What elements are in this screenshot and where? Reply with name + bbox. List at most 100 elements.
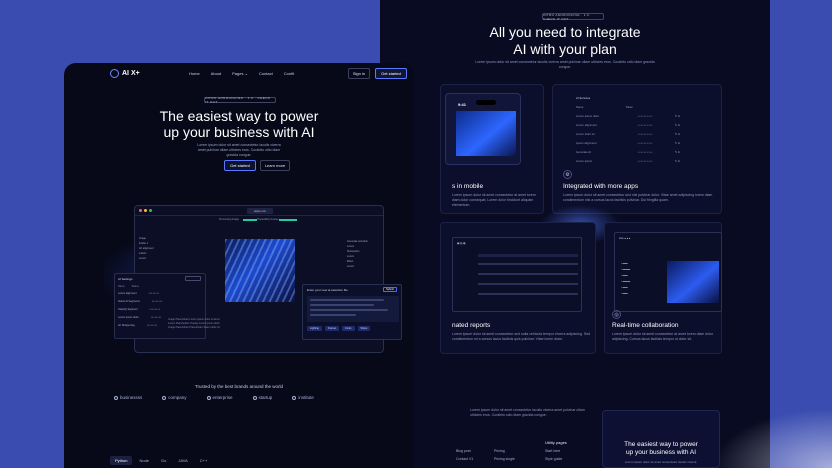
tag-fonts[interactable]: Fonts [342,326,355,331]
tab-node[interactable]: Node [134,456,154,465]
keyboard-image [225,239,295,302]
table-row[interactable]: Generate AI •••••••••• ✎ ⧉ [576,150,701,154]
settings-col-name: Name [118,285,125,288]
footer-link[interactable]: Blog post [456,447,473,455]
hero-learn-more-button[interactable]: Learn more [260,160,290,171]
row-label: Lorem ipsum dolor [118,316,139,319]
brand-logo: company [162,395,187,400]
row-value: •••••••••• [638,141,653,145]
announcement-pill[interactable]: INTRO ANNOUNCING · 1.0 · CHECK IT OUT [204,96,276,104]
tag-lighting[interactable]: Lighting [307,326,322,331]
apps-icon: ⚙ [563,170,572,179]
tab-cpp[interactable]: C++ [195,456,213,465]
cta-title-line-2: up your business with AI [625,449,697,456]
table-row[interactable]: Lorem alignment •••••••• [118,292,204,295]
nav-about[interactable]: About [211,71,221,76]
chat-title: Enter your new ai selection file [307,288,348,292]
sign-in-button[interactable]: Sign in [348,68,370,79]
phone-time: 9:41 [458,102,467,107]
row-label: Lorem alignment [118,292,137,295]
logo[interactable]: AI X+ [110,69,140,78]
maximize-dot [149,209,152,212]
landing-window: AI X+ Home About Pages ⌄ Contact Confit … [64,63,414,468]
services-table-title: AI Services [576,96,591,100]
nav-pages[interactable]: Pages ⌄ [232,71,248,76]
footer-heading: Utility pages [545,440,567,445]
table-row[interactable]: Lorem ipsum dolor •••••••••• ✎ ⧉ [576,114,701,118]
row-label: Lorem alignment [576,123,597,127]
row-value: •••••••• [150,316,162,319]
footer-column: Utility pages Start here Style guide [545,439,567,463]
app-url-bar[interactable]: aiplus.com [247,208,273,214]
edit-icon[interactable]: ✎ ⧉ [675,123,680,127]
cta-title-line-1: The easiest way to power [624,441,698,448]
nav-contact[interactable]: Contact [259,71,273,76]
chat-submit-button[interactable]: Submit [383,287,397,292]
row-label: Select AI Segments [118,300,140,303]
edit-icon[interactable]: ✎ ⧉ [675,150,680,154]
chat-input[interactable] [307,296,399,322]
close-dot [139,209,142,212]
footer-link[interactable]: Start here [545,447,567,455]
section-title-line-2: AI with your plan [513,41,617,57]
get-started-nav-button[interactable]: Get started [375,68,407,79]
nav-links: Home About Pages ⌄ Contact Confit [189,71,294,76]
phone-notch [476,100,496,105]
footer-column: Pricing Pricing single [494,447,515,463]
cta-title: The easiest way to power up your busines… [603,441,719,457]
col-name: Name [576,105,584,109]
settings-button[interactable] [185,276,201,281]
row-label: Generate AI [576,150,591,154]
footer-link[interactable]: Contact V1 [456,455,473,463]
ai-selection-panel: Enter your new ai selection file Submit … [302,284,402,340]
phone-mockup: 9:41 [445,93,521,165]
card-collaboration-text: Lorem ipsum dolor sit amet consectetur a… [612,332,713,341]
hero-get-started-button[interactable]: Get started [224,160,256,171]
card-reports-title: nated reports [452,322,491,329]
reports-preview: ▣ ▤ ▦ [452,237,582,312]
tab-python[interactable]: Python [110,456,133,465]
row-value: •••••••• [149,308,161,311]
progress-label: Processing image [219,218,239,221]
tab-go[interactable]: Go [156,456,171,465]
row-value: •••••••••• [638,132,653,136]
nav-confit[interactable]: Confit [284,71,294,76]
edit-icon[interactable]: ✎ ⧉ [675,141,680,145]
table-row[interactable]: Classify Segment •••••••• [118,308,204,311]
brand-logo: enterprise [206,395,233,400]
table-row[interactable]: Lorem alignment •••••••••• ✎ ⧉ [576,123,701,127]
table-row[interactable]: Lorem ipsum •••••••••• ✎ ⧉ [576,159,701,163]
collaboration-icon: ◎ [612,310,621,319]
table-row[interactable]: Ipsum alignment •••••••••• ✎ ⧉ [576,141,701,145]
services-table: AI Services Name Token Lorem ipsum dolor •… [576,96,701,163]
footer-link[interactable]: Pricing single [494,455,515,463]
footer-description: Lorem ipsum dolor sit amet consectetur i… [470,408,585,417]
panel-item[interactable]: Lorem [347,264,381,269]
code-tabs: Python Node Go JAVA C++ [110,456,212,465]
sidebar-item[interactable]: Lorem [139,256,169,261]
chevron-down-icon: ⌄ [244,71,248,76]
col-token: Token [625,105,633,109]
hero-title-line-2: up your business with AI [163,124,315,140]
tag-styles[interactable]: Styles [357,326,371,331]
table-row[interactable]: Lorem dolor sit •••••••••• ✎ ⧉ [576,132,701,136]
card-mobile-title: s in mobile [452,183,484,190]
nav-home[interactable]: Home [189,71,200,76]
cta-subtitle: Lorem ipsum dolor sit amet consectetur i… [624,460,698,464]
log-line: Image Placeholder Placeholder Select dol… [168,326,220,329]
edit-icon[interactable]: ✎ ⧉ [675,114,680,118]
edit-icon[interactable]: ✎ ⧉ [675,132,680,136]
collab-header: Live ● ● ● [619,237,631,240]
row-value: •••••••• [146,324,158,327]
tab-java[interactable]: JAVA [173,456,192,465]
table-row[interactable]: Select AI Segments •••••••• [118,300,204,303]
edit-icon[interactable]: ✎ ⧉ [675,159,680,163]
nav-pages-label: Pages [232,71,244,76]
footer-link[interactable]: Pricing [494,447,515,455]
right-announcement-pill[interactable]: INTRO ANNOUNCING · 1.0 · CHECK IT OUT [542,13,604,21]
footer-link[interactable]: Style guide [545,455,567,463]
settings-header: Name Status [118,285,139,288]
tag-frames[interactable]: Frames [324,326,340,331]
footer-column: Blog post Contact V1 [456,447,473,463]
card-reports-text: Lorem ipsum dolor sit amet consectetur s… [452,332,591,341]
